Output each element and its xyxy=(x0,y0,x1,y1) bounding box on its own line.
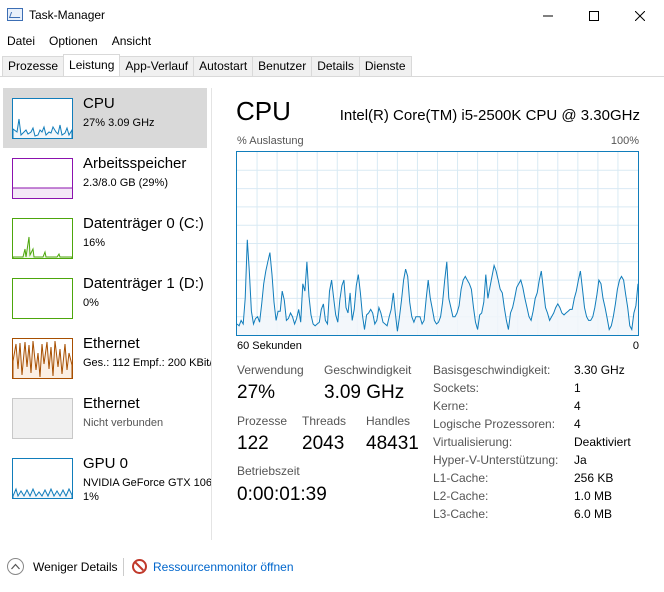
handles-label: Handles xyxy=(366,414,411,428)
sidebar-divider xyxy=(211,88,212,540)
sidebar-title: Datenträger 1 (D:) xyxy=(83,275,204,292)
usage-value: 27% xyxy=(237,382,276,403)
menu-bar: Datei Optionen Ansicht xyxy=(0,31,664,51)
sidebar-title: CPU xyxy=(83,95,115,112)
sidebar-subtitle: 2.3/8.0 GB (29%) xyxy=(83,177,168,189)
spec-value: 3.30 GHz xyxy=(574,363,625,377)
spec-label: L1-Cache: xyxy=(433,471,489,485)
threads-value: 2043 xyxy=(302,433,345,454)
spec-value: 256 KB xyxy=(574,471,614,485)
processes-label: Prozesse xyxy=(237,414,288,428)
gpu-thumbnail xyxy=(12,458,73,499)
disk-1-thumbnail xyxy=(12,278,73,319)
spec-label: Virtualisierung: xyxy=(433,435,513,449)
tab-app-verlauf[interactable]: App-Verlauf xyxy=(119,56,195,76)
cpu-thumbnail xyxy=(12,98,73,139)
maximize-button[interactable] xyxy=(571,0,617,31)
ethernet-2-thumbnail xyxy=(12,398,73,439)
sidebar-subtitle: 16% xyxy=(83,237,106,249)
sidebar-item-gpu-0[interactable]: GPU 0 NVIDIA GeForce GTX 1060 1% xyxy=(3,448,211,508)
spec-label: Hyper-V-Unterstützung: xyxy=(433,453,559,467)
menu-datei[interactable]: Datei xyxy=(0,31,42,51)
sidebar-title: Datenträger 0 (C:) xyxy=(83,215,204,232)
spec-label: Basisgeschwindigkeit: xyxy=(433,363,551,377)
tab-strip: Prozesse Leistung App-Verlauf Autostart … xyxy=(2,54,412,76)
spec-label: L2-Cache: xyxy=(433,489,489,503)
cpu-model-name: Intel(R) Core(TM) i5-2500K CPU @ 3.30GHz xyxy=(339,107,640,124)
resource-monitor-icon xyxy=(132,559,147,574)
memory-thumbnail xyxy=(12,158,73,199)
tab-benutzer[interactable]: Benutzer xyxy=(252,56,313,76)
tab-dienste[interactable]: Dienste xyxy=(358,56,412,76)
resource-sidebar: CPU 27% 3.09 GHz Arbeitsspeicher 2.3/8.0… xyxy=(0,77,211,541)
sidebar-item-disk-1[interactable]: Datenträger 1 (D:) 0% xyxy=(3,268,207,328)
sidebar-subtitle: Nicht verbunden xyxy=(83,417,164,429)
spec-label: Sockets: xyxy=(433,381,480,395)
sidebar-title: Ethernet xyxy=(83,395,140,412)
window-title: Task-Manager xyxy=(29,8,106,22)
task-manager-icon xyxy=(7,8,23,21)
usage-label: Verwendung xyxy=(237,363,304,377)
sidebar-title: GPU 0 xyxy=(83,455,129,472)
sidebar-subtitle: NVIDIA GeForce GTX 1060 xyxy=(83,477,211,489)
tab-leistung[interactable]: Leistung xyxy=(63,54,121,76)
sidebar-item-ethernet-1[interactable]: Ethernet Ges.: 112 Empf.: 200 KBit/s xyxy=(3,328,211,388)
close-icon xyxy=(635,10,645,21)
spec-label: L3-Cache: xyxy=(433,507,489,521)
minimize-button[interactable] xyxy=(525,0,571,31)
spec-value: 4 xyxy=(574,399,581,413)
close-button[interactable] xyxy=(617,0,663,31)
spec-value: 6.0 MB xyxy=(574,507,613,521)
sidebar-item-disk-0[interactable]: Datenträger 0 (C:) 16% xyxy=(3,208,207,268)
uptime-value: 0:00:01:39 xyxy=(237,484,327,505)
spec-value: 1.0 MB xyxy=(574,489,613,503)
tab-details[interactable]: Details xyxy=(311,56,360,76)
footer: Weniger Details Ressourcenmonitor öffnen xyxy=(0,552,664,582)
title-bar: Task-Manager xyxy=(0,0,664,31)
spec-value: 4 xyxy=(574,417,581,431)
minimize-icon xyxy=(543,15,553,16)
spec-label: Kerne: xyxy=(433,399,469,413)
menu-ansicht[interactable]: Ansicht xyxy=(105,31,158,51)
sidebar-title: Ethernet xyxy=(83,335,140,352)
threads-label: Threads xyxy=(302,414,347,428)
fewer-details-link[interactable]: Weniger Details xyxy=(33,560,117,574)
chevron-up-icon[interactable] xyxy=(7,558,24,575)
spec-value: Ja xyxy=(574,453,587,467)
time-axis-end: 0 xyxy=(632,340,639,352)
menu-optionen[interactable]: Optionen xyxy=(42,31,105,51)
sidebar-subtitle: 27% 3.09 GHz xyxy=(83,117,155,129)
resource-monitor-link[interactable]: Ressourcenmonitor öffnen xyxy=(153,560,294,574)
cpu-usage-graph xyxy=(236,151,639,336)
sidebar-item-ethernet-2[interactable]: Ethernet Nicht verbunden xyxy=(3,388,207,448)
maximize-icon xyxy=(589,10,599,21)
spec-value: 1 xyxy=(574,381,581,395)
axis-label: % Auslastung xyxy=(237,135,304,147)
sidebar-subtitle: 0% xyxy=(83,297,99,309)
handles-value: 48431 xyxy=(366,433,419,454)
tab-autostart[interactable]: Autostart xyxy=(193,56,254,76)
tab-prozesse[interactable]: Prozesse xyxy=(2,56,65,76)
processes-value: 122 xyxy=(237,433,269,454)
cpu-usage-svg xyxy=(236,152,639,335)
time-axis-label: 60 Sekunden xyxy=(237,340,302,352)
page-title: CPU xyxy=(236,96,291,126)
disk-0-thumbnail xyxy=(12,218,73,259)
speed-value: 3.09 GHz xyxy=(324,382,405,403)
ethernet-1-thumbnail xyxy=(12,338,73,379)
uptime-label: Betriebszeit xyxy=(237,464,300,478)
spec-value: Deaktiviert xyxy=(574,435,631,449)
footer-separator xyxy=(123,558,124,576)
speed-label: Geschwindigkeit xyxy=(324,363,412,377)
spec-label: Logische Prozessoren: xyxy=(433,417,556,431)
sidebar-item-cpu[interactable]: CPU 27% 3.09 GHz xyxy=(3,88,207,148)
sidebar-subtitle-2: 1% xyxy=(83,491,99,503)
sidebar-title: Arbeitsspeicher xyxy=(83,155,187,172)
sidebar-subtitle: Ges.: 112 Empf.: 200 KBit/s xyxy=(83,357,211,369)
axis-max: 100% xyxy=(610,135,639,147)
sidebar-item-memory[interactable]: Arbeitsspeicher 2.3/8.0 GB (29%) xyxy=(3,148,207,208)
